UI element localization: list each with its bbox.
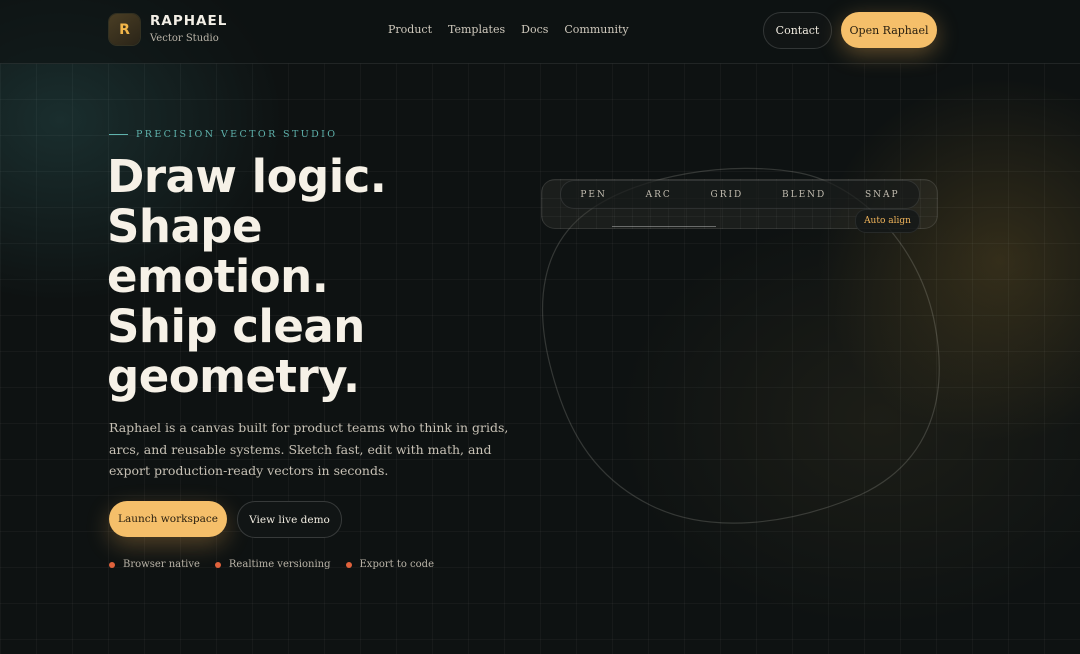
tool-blend[interactable]: BLEND <box>782 190 826 200</box>
feature-item: Export to code <box>345 559 435 570</box>
view-demo-button[interactable]: View live demo <box>237 501 342 538</box>
feature-label: Realtime versioning <box>228 559 331 570</box>
bullet-dot-icon <box>214 561 221 568</box>
feature-label: Browser native <box>123 559 200 570</box>
eyebrow-line <box>109 134 128 135</box>
headline-line: Draw logic. <box>107 150 387 203</box>
bullet-dot-icon <box>345 561 352 568</box>
nav-link-docs[interactable]: Docs <box>521 23 548 36</box>
feature-item: Realtime versioning <box>214 559 331 570</box>
nav-link-product[interactable]: Product <box>388 23 432 36</box>
eyebrow: PRECISION VECTOR STUDIO <box>109 129 337 140</box>
open-raphael-button[interactable]: Open Raphael <box>841 12 937 48</box>
launch-workspace-button[interactable]: Launch workspace <box>109 501 227 537</box>
eyebrow-text: PRECISION VECTOR STUDIO <box>136 129 338 140</box>
top-navbar: R RAPHAEL Vector Studio Product Template… <box>0 0 1080 64</box>
tool-grid[interactable]: GRID <box>711 190 744 200</box>
auto-align-button[interactable]: Auto align <box>855 209 920 233</box>
brand-subtitle: Vector Studio <box>150 33 219 44</box>
bullet-dot-icon <box>109 561 115 568</box>
headline-line: Shape <box>107 200 263 253</box>
feature-list: Browser native Realtime versioning Expor… <box>109 559 434 570</box>
tool-arc[interactable]: ARC <box>646 190 672 200</box>
logo-icon[interactable]: R <box>109 14 140 45</box>
tool-pen[interactable]: PEN <box>580 190 607 200</box>
feature-label: Export to code <box>359 559 435 570</box>
nav-link-community[interactable]: Community <box>564 23 628 36</box>
toolbar-slider-track[interactable] <box>612 226 716 227</box>
main-nav: Product Templates Docs Community <box>388 23 629 36</box>
contact-button[interactable]: Contact <box>763 12 832 49</box>
brand-name[interactable]: RAPHAEL <box>150 13 227 29</box>
tool-tabs: PEN ARC GRID BLEND SNAP <box>560 180 920 209</box>
tool-snap[interactable]: SNAP <box>865 190 900 200</box>
headline-line: Ship clean <box>107 300 365 353</box>
nav-link-templates[interactable]: Templates <box>448 23 505 36</box>
headline-line: geometry. <box>107 350 360 403</box>
hero-headline: Draw logic. Shape emotion. Ship clean ge… <box>107 152 567 402</box>
headline-line: emotion. <box>107 250 329 303</box>
feature-item: Browser native <box>109 559 200 570</box>
hero-description: Raphael is a canvas built for product te… <box>109 420 509 478</box>
